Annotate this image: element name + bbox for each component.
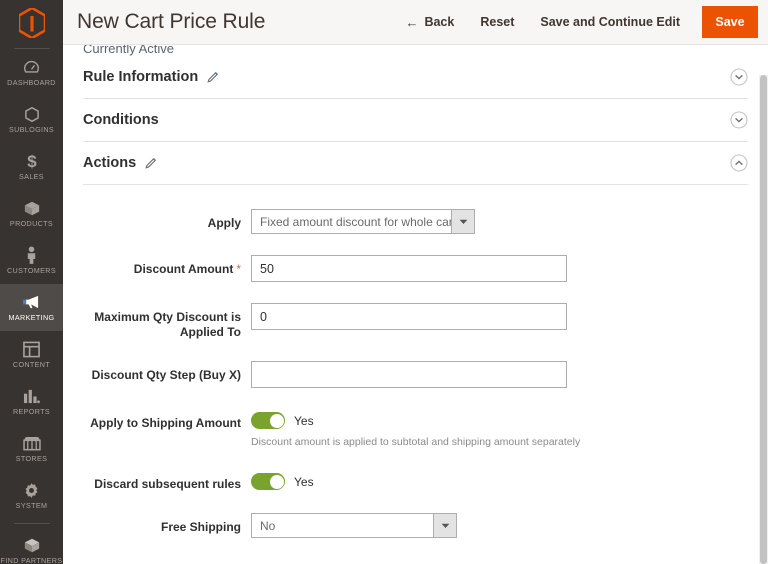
page-content: Currently Active Rule Information Condit… — [63, 45, 768, 564]
magento-logo[interactable] — [0, 0, 63, 45]
dashboard-icon — [23, 58, 40, 77]
field-label: Discard subsequent rules — [94, 477, 241, 491]
section-title: Conditions — [83, 112, 159, 128]
chevron-down-circle-icon[interactable] — [730, 68, 748, 86]
sidebar-item-reports[interactable]: REPORTS — [0, 378, 63, 425]
sidebar-item-label: REPORTS — [12, 406, 51, 416]
apply-to-shipping-hint: Discount amount is applied to subtotal a… — [251, 436, 581, 448]
sales-icon: $ — [25, 152, 39, 171]
page-header: New Cart Price Rule ← Back Reset Save an… — [63, 0, 768, 45]
free-shipping-select[interactable]: No — [251, 513, 457, 538]
actions-form: Apply Fixed amount discount for whole ca… — [83, 185, 748, 538]
sidebar-item-sales[interactable]: $ SALES — [0, 143, 63, 190]
sidebar-item-label: MARKETING — [8, 312, 55, 322]
svg-text:$: $ — [27, 152, 37, 170]
sidebar-item-label: CONTENT — [12, 359, 51, 369]
admin-page: DASHBOARD SUBLOGINS $ SALES PRODUCTS CUS… — [0, 0, 768, 564]
vertical-scrollbar[interactable] — [759, 75, 768, 564]
field-discard-subsequent: Discard subsequent rules Yes — [83, 470, 748, 492]
partners-icon — [23, 536, 41, 555]
max-qty-input[interactable] — [251, 303, 567, 330]
page-title: New Cart Price Rule — [77, 10, 266, 33]
reports-icon — [23, 387, 40, 406]
field-label: Discount Amount * — [83, 255, 251, 277]
required-asterisk: * — [236, 262, 241, 276]
stores-icon — [22, 434, 41, 453]
section-conditions[interactable]: Conditions — [83, 99, 748, 142]
field-label: Discount Qty Step (Buy X) — [91, 368, 241, 382]
sidebar-item-label: DASHBOARD — [7, 77, 56, 87]
scrollbar-thumb[interactable] — [760, 75, 767, 564]
qty-step-input[interactable] — [251, 361, 567, 388]
field-free-shipping: Free Shipping No — [83, 513, 748, 538]
field-qty-step: Discount Qty Step (Buy X) — [83, 361, 748, 388]
products-icon — [23, 199, 41, 218]
sidebar-item-content[interactable]: CONTENT — [0, 331, 63, 378]
field-label: Free Shipping — [160, 520, 241, 534]
sidebar-item-sublogins[interactable]: SUBLOGINS — [0, 96, 63, 143]
section-actions[interactable]: Actions — [83, 142, 748, 185]
marketing-icon — [22, 293, 41, 312]
sidebar-item-marketing[interactable]: MARKETING — [0, 284, 63, 331]
sidebar-item-find-partners[interactable]: FIND PARTNERS & EXTENSIONS — [0, 526, 63, 564]
sublogins-icon — [24, 105, 40, 124]
apply-select[interactable]: Fixed amount discount for whole cart — [251, 209, 475, 234]
chevron-down-icon — [451, 210, 474, 233]
free-shipping-value: No — [260, 518, 276, 533]
apply-select-value: Fixed amount discount for whole cart — [260, 214, 451, 229]
save-and-continue-button[interactable]: Save and Continue Edit — [527, 15, 693, 29]
field-apply-to-shipping: Apply to Shipping Amount Yes Discount am… — [83, 409, 748, 449]
content-icon — [23, 340, 40, 359]
customers-icon — [25, 246, 38, 265]
field-apply: Apply Fixed amount discount for whole ca… — [83, 209, 748, 234]
discard-subsequent-state: Yes — [294, 474, 314, 489]
sidebar-item-label: SUBLOGINS — [8, 124, 55, 134]
section-rule-information[interactable]: Rule Information — [83, 56, 748, 99]
reset-button[interactable]: Reset — [467, 15, 527, 29]
sidebar-item-customers[interactable]: CUSTOMERS — [0, 237, 63, 284]
apply-to-shipping-toggle[interactable] — [251, 412, 285, 429]
field-max-qty: Maximum Qty Discount is Applied To — [83, 303, 748, 340]
sidebar-item-label: STORES — [15, 453, 48, 463]
sidebar-item-system[interactable]: SYSTEM — [0, 472, 63, 519]
field-discount-amount: Discount Amount * — [83, 255, 748, 282]
field-label: Apply to Shipping Amount — [90, 416, 241, 430]
section-title: Actions — [83, 155, 137, 171]
sidebar-item-label: SALES — [19, 171, 44, 181]
sidebar-item-stores[interactable]: STORES — [0, 425, 63, 472]
discount-amount-input[interactable] — [251, 255, 567, 282]
save-and-continue-label: Save and Continue Edit — [540, 15, 680, 29]
currently-active-label: Currently Active — [83, 45, 175, 56]
chevron-down-icon — [433, 514, 456, 537]
toggle-knob — [269, 474, 284, 489]
main-sidebar: DASHBOARD SUBLOGINS $ SALES PRODUCTS CUS… — [0, 0, 63, 564]
edit-pencil-icon[interactable] — [207, 71, 219, 83]
sidebar-item-label: CUSTOMERS — [7, 265, 56, 275]
sidebar-item-label: PRODUCTS — [9, 218, 54, 228]
field-label: Apply — [207, 216, 241, 230]
back-button[interactable]: ← Back — [392, 15, 467, 29]
sidebar-item-label: SYSTEM — [15, 500, 48, 510]
sidebar-item-dashboard[interactable]: DASHBOARD — [0, 49, 63, 96]
toggle-knob — [269, 413, 284, 428]
sidebar-item-label: FIND PARTNERS & EXTENSIONS — [0, 556, 63, 564]
section-title: Rule Information — [83, 69, 199, 85]
arrow-left-icon: ← — [405, 14, 419, 30]
reset-button-label: Reset — [480, 15, 515, 29]
field-label: Maximum Qty Discount is Applied To — [94, 310, 241, 339]
field-label-text: Discount Amount — [133, 262, 234, 276]
chevron-up-circle-icon[interactable] — [730, 154, 748, 172]
header-actions: ← Back Reset Save and Continue Edit Save — [392, 0, 768, 45]
system-icon — [23, 481, 40, 500]
discard-subsequent-toggle[interactable] — [251, 473, 285, 490]
sidebar-item-products[interactable]: PRODUCTS — [0, 190, 63, 237]
chevron-down-circle-icon[interactable] — [730, 111, 748, 129]
edit-pencil-icon[interactable] — [145, 157, 157, 169]
back-button-label: Back — [424, 15, 455, 29]
sidebar-divider-bottom — [13, 523, 50, 524]
magento-logo-icon — [18, 7, 45, 38]
apply-to-shipping-state: Yes — [294, 413, 314, 428]
save-button[interactable]: Save — [702, 6, 758, 38]
